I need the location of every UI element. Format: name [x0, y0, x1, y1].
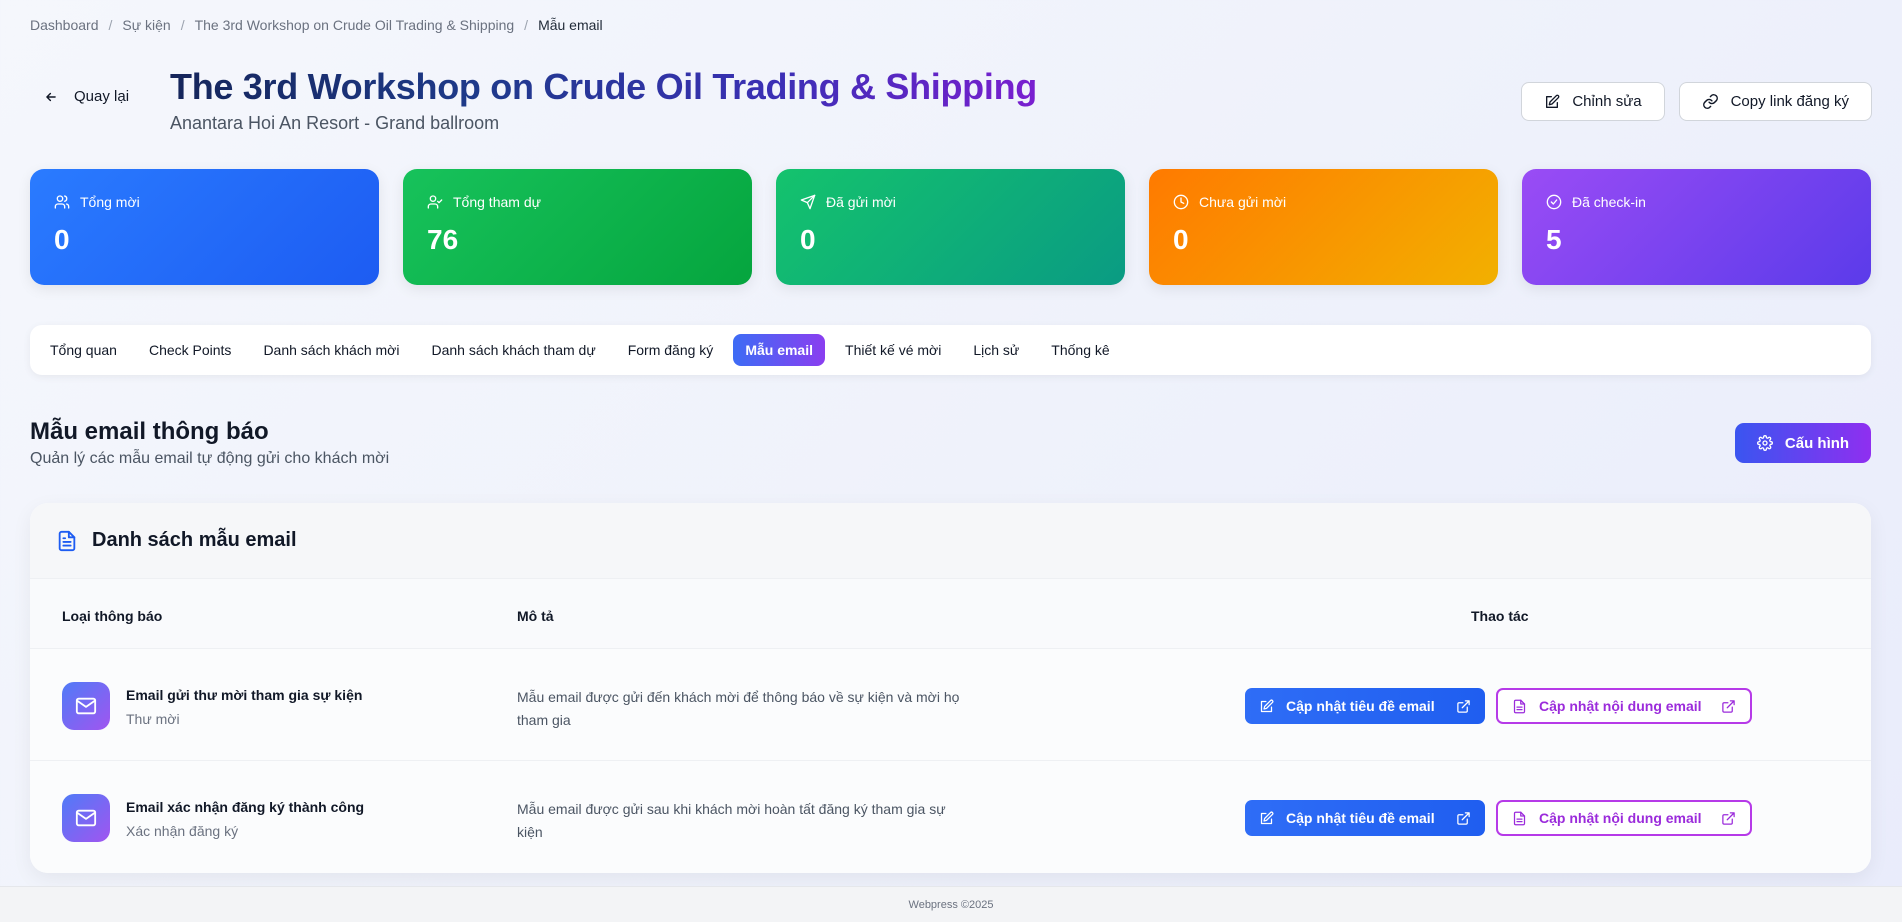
stat-card-not-sent: Chưa gửi mời 0 — [1149, 169, 1498, 285]
stat-value: 5 — [1546, 224, 1562, 255]
update-subject-label: Cập nhật tiêu đề email — [1286, 810, 1435, 826]
breadcrumb: Dashboard / Sự kiện / The 3rd Workshop o… — [30, 17, 603, 33]
mail-icon — [62, 682, 110, 730]
section-subtitle: Quản lý các mẫu email tự động gửi cho kh… — [30, 450, 390, 467]
config-label: Cấu hình — [1784, 434, 1850, 452]
edit-button[interactable]: Chỉnh sửa — [1521, 82, 1665, 121]
stats-row: Tổng mời 0 Tổng tham dự 76 Đã gửi mời 0 … — [30, 169, 1871, 285]
update-subject-button[interactable]: Cập nhật tiêu đề email — [1245, 688, 1485, 724]
edit-icon — [1259, 699, 1274, 714]
template-description: Mẫu email được gửi đến khách mời để thôn… — [517, 689, 960, 728]
stat-card-invites-sent: Đã gửi mời 0 — [776, 169, 1125, 285]
users-icon — [54, 194, 70, 210]
stat-card-checked-in: Đã check-in 5 — [1522, 169, 1871, 285]
file-text-icon — [56, 530, 78, 552]
update-content-button[interactable]: Cập nhật nội dung email — [1496, 688, 1752, 724]
page-subtitle: Anantara Hoi An Resort - Grand ballroom — [170, 113, 500, 133]
template-name: Email xác nhận đăng ký thành công — [126, 799, 365, 815]
update-subject-label: Cập nhật tiêu đề email — [1286, 698, 1435, 714]
config-button[interactable]: Cấu hình — [1735, 423, 1871, 463]
clock-icon — [1173, 194, 1189, 210]
gear-icon — [1756, 435, 1773, 451]
email-template-card: Danh sách mẫu email Loại thông báo Mô tả… — [30, 503, 1871, 873]
template-type: Xác nhận đăng ký — [126, 823, 239, 839]
breadcrumb-current: Mẫu email — [538, 17, 603, 33]
tab-attendee-list[interactable]: Danh sách khách tham dự — [419, 334, 607, 366]
table-header: Loại thông báo Mô tả Thao tác — [30, 579, 1871, 649]
stat-value: 76 — [427, 224, 459, 255]
tab-statistics[interactable]: Thống kê — [1039, 334, 1121, 366]
stat-card-total-invited: Tổng mời 0 — [30, 169, 379, 285]
template-name: Email gửi thư mời tham gia sự kiện — [126, 687, 363, 703]
external-link-icon — [1721, 699, 1736, 714]
table-row: Email gửi thư mời tham gia sự kiện Thư m… — [30, 649, 1871, 761]
mail-icon — [62, 794, 110, 842]
back-label: Quay lại — [74, 88, 130, 105]
stat-value: 0 — [1173, 224, 1189, 255]
stat-label: Tổng tham dự — [453, 194, 541, 210]
stat-value: 0 — [54, 224, 70, 255]
stat-label: Đã gửi mời — [826, 194, 896, 210]
copy-link-label: Copy link đăng ký — [1730, 93, 1849, 110]
tab-ticket-design[interactable]: Thiết kế vé mời — [833, 334, 953, 366]
breadcrumb-event[interactable]: The 3rd Workshop on Crude Oil Trading & … — [195, 17, 515, 33]
card-header: Danh sách mẫu email — [30, 503, 1871, 579]
external-link-icon — [1456, 811, 1471, 826]
update-content-button[interactable]: Cập nhật nội dung email — [1496, 800, 1752, 836]
tab-overview[interactable]: Tổng quan — [38, 334, 129, 366]
user-check-icon — [427, 194, 443, 210]
check-circle-icon — [1546, 194, 1562, 210]
file-text-icon — [1512, 811, 1527, 826]
edit-icon — [1259, 811, 1274, 826]
file-text-icon — [1512, 699, 1527, 714]
update-subject-button[interactable]: Cập nhật tiêu đề email — [1245, 800, 1485, 836]
column-header-actions: Thao tác — [1471, 608, 1529, 624]
breadcrumb-dashboard[interactable]: Dashboard — [30, 17, 99, 33]
link-icon — [1702, 93, 1719, 110]
breadcrumb-separator: / — [108, 17, 113, 33]
stat-value: 0 — [800, 224, 816, 255]
send-icon — [800, 194, 816, 210]
breadcrumb-separator: / — [524, 17, 529, 33]
edit-icon — [1544, 94, 1560, 110]
stat-card-total-attended: Tổng tham dự 76 — [403, 169, 752, 285]
tab-check-points[interactable]: Check Points — [137, 334, 243, 366]
copy-link-button[interactable]: Copy link đăng ký — [1678, 82, 1872, 121]
template-description: Mẫu email được gửi sau khi khách mời hoà… — [517, 801, 946, 840]
footer: Webpress ©2025 — [0, 886, 1902, 922]
tab-bar: Tổng quan Check Points Danh sách khách m… — [30, 325, 1871, 375]
update-content-label: Cập nhật nội dung email — [1539, 810, 1702, 826]
template-type: Thư mời — [126, 711, 180, 727]
header-actions: Chỉnh sửa Copy link đăng ký — [1521, 82, 1872, 121]
arrow-left-icon — [44, 90, 58, 104]
tab-email-templates[interactable]: Mẫu email — [733, 334, 826, 366]
edit-label: Chỉnh sửa — [1572, 93, 1642, 110]
table-row: Email xác nhận đăng ký thành công Xác nh… — [30, 761, 1871, 873]
external-link-icon — [1456, 699, 1471, 714]
tab-guest-list[interactable]: Danh sách khách mời — [251, 334, 411, 366]
back-button[interactable]: Quay lại — [44, 88, 129, 105]
tab-registration-form[interactable]: Form đăng ký — [616, 334, 726, 366]
breadcrumb-separator: / — [180, 17, 185, 33]
stat-label: Chưa gửi mời — [1199, 194, 1287, 210]
breadcrumb-events[interactable]: Sự kiện — [122, 17, 170, 33]
page-title: The 3rd Workshop on Crude Oil Trading & … — [170, 66, 1037, 107]
column-header-description: Mô tả — [517, 608, 554, 624]
section-title: Mẫu email thông báo — [30, 418, 269, 445]
update-content-label: Cập nhật nội dung email — [1539, 698, 1702, 714]
tab-history[interactable]: Lịch sử — [961, 334, 1031, 366]
card-title: Danh sách mẫu email — [92, 529, 297, 551]
external-link-icon — [1721, 811, 1736, 826]
stat-label: Đã check-in — [1572, 194, 1646, 210]
column-header-type: Loại thông báo — [62, 608, 163, 624]
stat-label: Tổng mời — [80, 194, 140, 210]
